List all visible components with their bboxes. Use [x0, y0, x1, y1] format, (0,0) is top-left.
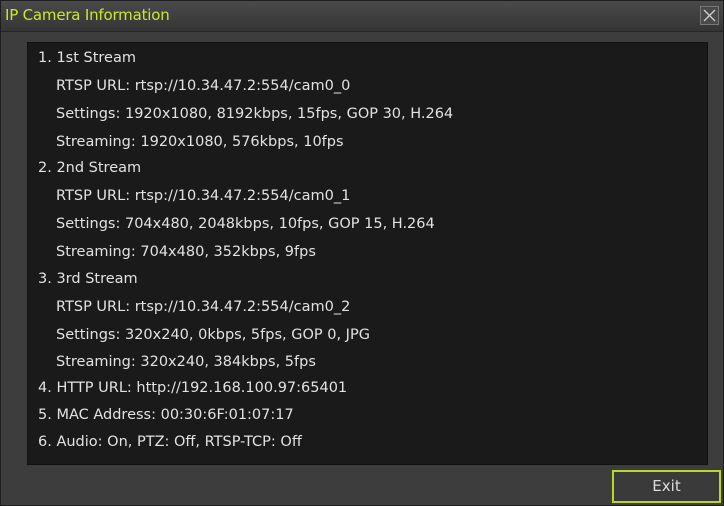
- stream1-streaming: Streaming: 1920x1080, 576kbps, 10fps: [56, 134, 344, 150]
- mac-address: 5. MAC Address: 00:30:6F:01:07:17: [38, 407, 294, 423]
- stream1-rtsp-url: RTSP URL: rtsp://10.34.47.2:554/cam0_0: [56, 78, 351, 94]
- stream3-settings: Settings: 320x240, 0kbps, 5fps, GOP 0, J…: [56, 327, 370, 343]
- stream3-rtsp-url: RTSP URL: rtsp://10.34.47.2:554/cam0_2: [56, 299, 351, 315]
- close-button[interactable]: [700, 6, 719, 25]
- stream3-streaming: Streaming: 320x240, 384kbps, 5fps: [56, 354, 316, 370]
- stream2-heading: 2. 2nd Stream: [38, 160, 142, 176]
- http-url: 4. HTTP URL: http://192.168.100.97:65401: [38, 380, 348, 396]
- stream2-rtsp-url: RTSP URL: rtsp://10.34.47.2:554/cam0_1: [56, 188, 351, 204]
- audio-ptz-rtsp: 6. Audio: On, PTZ: Off, RTSP-TCP: Off: [38, 434, 302, 450]
- stream2-streaming: Streaming: 704x480, 352kbps, 9fps: [56, 244, 316, 260]
- stream1-heading: 1. 1st Stream: [38, 50, 136, 66]
- title-bar: IP Camera Information: [1, 1, 723, 32]
- stream1-settings: Settings: 1920x1080, 8192kbps, 15fps, GO…: [56, 106, 454, 122]
- close-icon: [703, 9, 716, 22]
- ip-camera-info-dialog: IP Camera Information 1. 1st Stream RTSP…: [0, 0, 724, 506]
- stream3-heading: 3. 3rd Stream: [38, 271, 138, 287]
- exit-button[interactable]: Exit: [612, 470, 721, 503]
- stream2-settings: Settings: 704x480, 2048kbps, 10fps, GOP …: [56, 216, 435, 232]
- dialog-title: IP Camera Information: [5, 6, 170, 24]
- info-panel: 1. 1st Stream RTSP URL: rtsp://10.34.47.…: [27, 42, 708, 465]
